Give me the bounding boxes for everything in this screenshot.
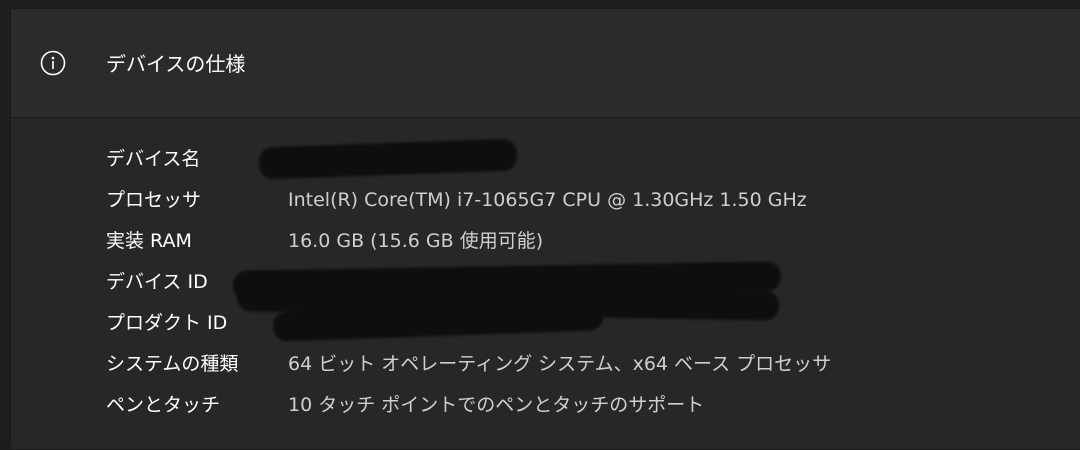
device-specs-card: デバイスの仕様 デバイス名 プロセッサ Intel(R) Core(TM) i7… [10, 8, 1080, 450]
device-specs-body: デバイス名 プロセッサ Intel(R) Core(TM) i7-1065G7 … [11, 118, 1080, 449]
spec-label: デバイス ID [106, 271, 208, 293]
spec-label: デバイス名 [106, 148, 201, 170]
spec-value: Intel(R) Core(TM) i7-1065G7 CPU @ 1.30GH… [288, 189, 807, 211]
spec-label: プロセッサ [106, 189, 202, 211]
spec-label: システムの種類 [106, 353, 239, 375]
spec-row-pen-touch: ペンとタッチ 10 タッチ ポイントでのペンとタッチのサポート [106, 390, 1006, 420]
spec-value: 16.0 GB (15.6 GB 使用可能) [288, 230, 544, 252]
spec-value: 64 ビット オペレーティング システム、x64 ベース プロセッサ [288, 353, 832, 375]
spec-row-processor: プロセッサ Intel(R) Core(TM) i7-1065G7 CPU @ … [106, 185, 1006, 215]
spec-label: ペンとタッチ [106, 394, 221, 416]
device-specs-header[interactable]: デバイスの仕様 [11, 9, 1080, 118]
spec-label: プロダクト ID [106, 312, 228, 334]
info-icon [40, 50, 66, 76]
spec-value: 10 タッチ ポイントでのペンとタッチのサポート [288, 394, 705, 416]
spec-row-device-name: デバイス名 [106, 144, 1006, 174]
spec-row-system-type: システムの種類 64 ビット オペレーティング システム、x64 ベース プロセ… [106, 349, 1006, 379]
spec-row-ram: 実装 RAM 16.0 GB (15.6 GB 使用可能) [106, 226, 1006, 256]
settings-window: デバイスの仕様 デバイス名 プロセッサ Intel(R) Core(TM) i7… [0, 0, 1080, 450]
section-title: デバイスの仕様 [106, 52, 246, 76]
spec-label: 実装 RAM [106, 230, 192, 252]
